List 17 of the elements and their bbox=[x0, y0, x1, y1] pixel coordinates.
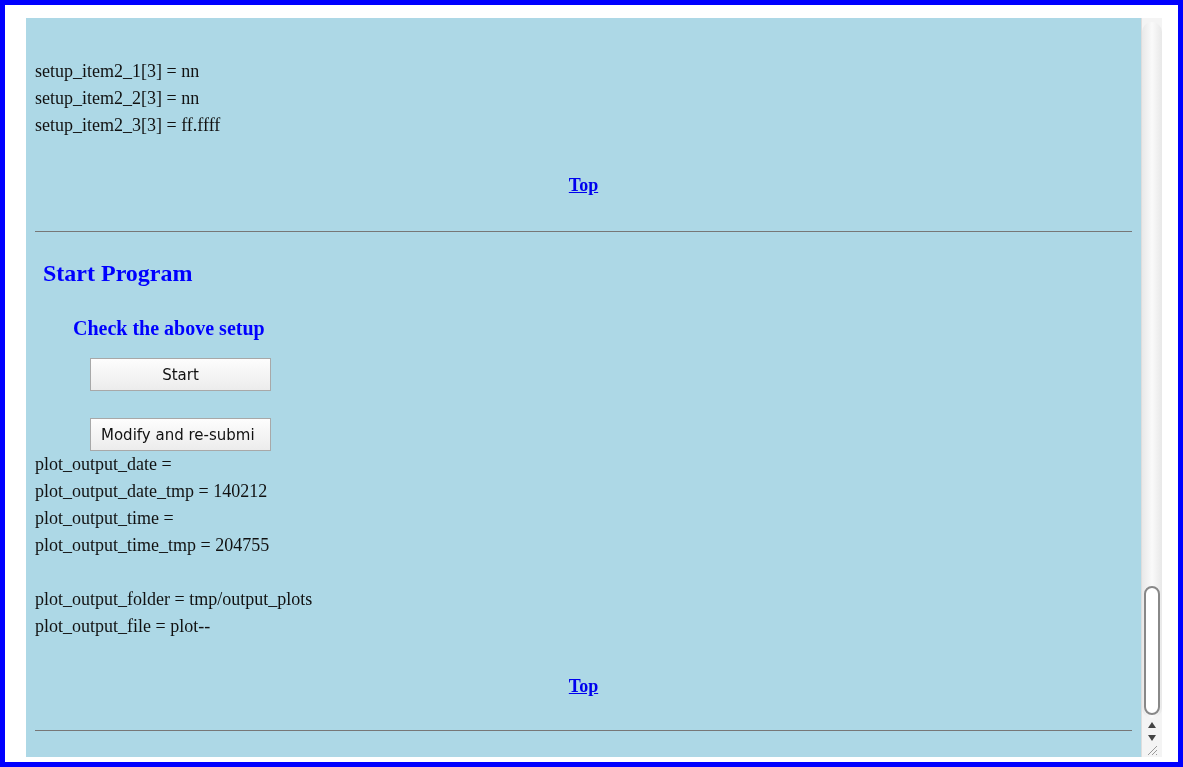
setup-line: setup_item2_2[3] = nn bbox=[35, 87, 200, 110]
setup-line: plot_output_folder = tmp/output_plots bbox=[35, 588, 313, 611]
setup-line: plot_output_time_tmp = 204755 bbox=[35, 534, 270, 557]
setup-line: plot_output_date = bbox=[35, 453, 172, 476]
top-link[interactable]: Top bbox=[568, 175, 599, 195]
start-button[interactable]: Start bbox=[90, 358, 271, 391]
setup-line: plot_output_date_tmp = 140212 bbox=[35, 480, 268, 503]
modify-button[interactable]: Modify and re-submi bbox=[90, 418, 271, 451]
section-subheading: Check the above setup bbox=[73, 316, 265, 341]
setup-line: plot_output_file = plot-- bbox=[35, 615, 211, 638]
setup-line: setup_item2_1[3] = nn bbox=[35, 60, 200, 83]
top-link[interactable]: Top bbox=[568, 676, 599, 696]
section-heading: Start Program bbox=[43, 259, 193, 288]
setup-line: plot_output_time = bbox=[35, 507, 174, 530]
scrollbar-thumb[interactable] bbox=[1144, 586, 1160, 715]
setup-line: setup_item2_3[3] = ff.ffff bbox=[35, 114, 221, 137]
scrollbar[interactable] bbox=[1141, 18, 1162, 757]
